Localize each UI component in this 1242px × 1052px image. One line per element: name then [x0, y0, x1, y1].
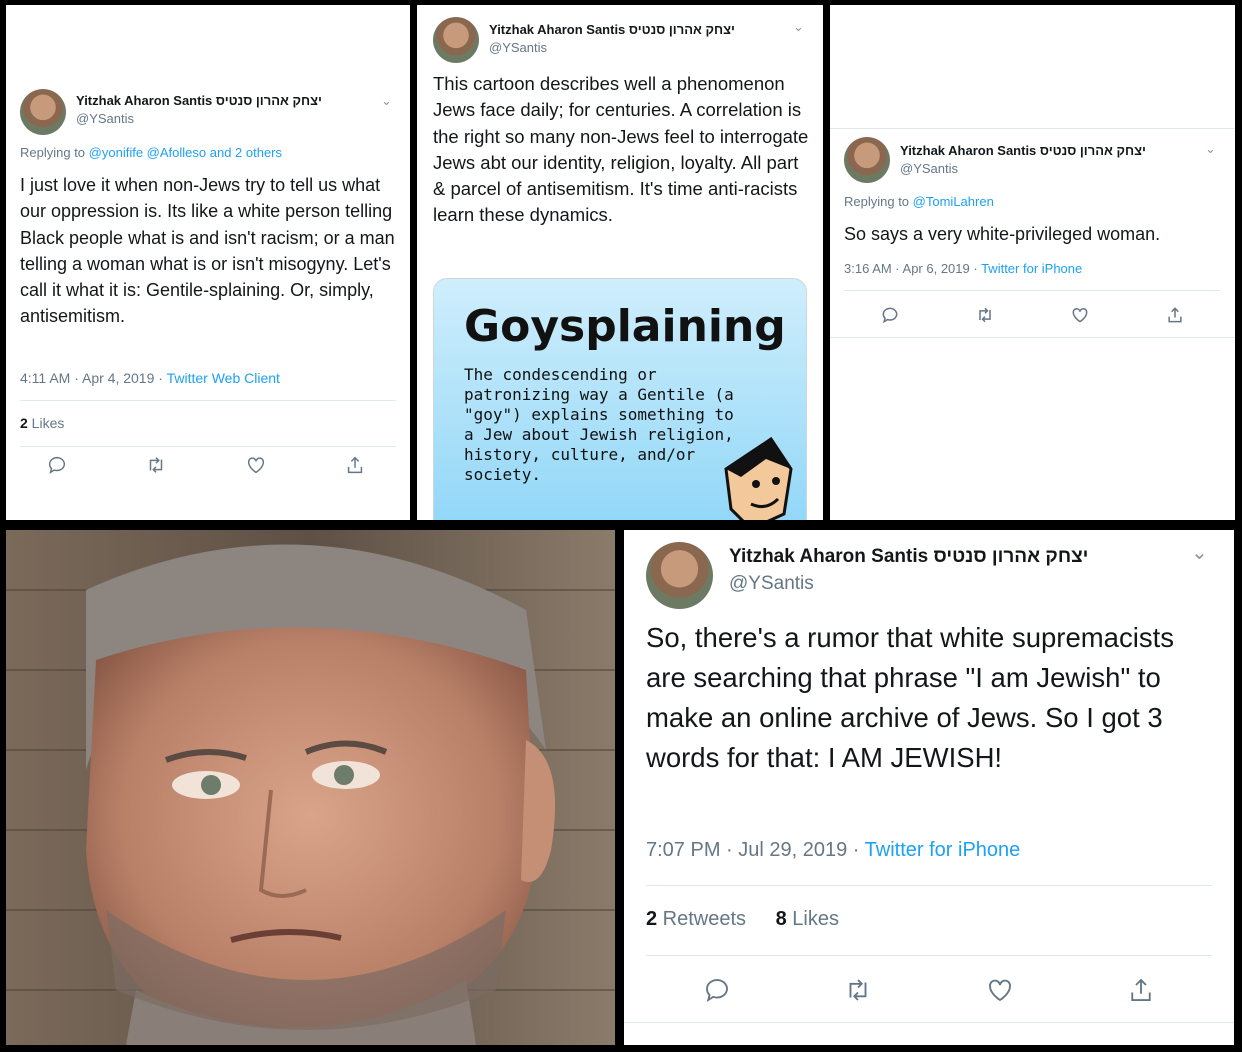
share-icon[interactable] — [1126, 973, 1156, 1007]
display-name[interactable]: Yitzhak Aharon Santis יצחק אהרון סנטיס — [729, 546, 1088, 568]
tweet-header: Yitzhak Aharon Santis יצחק אהרון סנטיס @… — [646, 542, 1088, 609]
divider — [830, 128, 1235, 129]
tweet-card-3: Yitzhak Aharon Santis יצחק אהרון סנטיס @… — [830, 5, 1235, 520]
tweet-header: Yitzhak Aharon Santis יצחק אהרון סנטיס @… — [433, 17, 735, 63]
tweet-text: This cartoon describes well a phenomenon… — [433, 73, 809, 226]
divider — [844, 290, 1220, 291]
source-link[interactable]: Twitter for iPhone — [865, 839, 1021, 861]
like-icon[interactable] — [245, 455, 267, 475]
action-bar — [702, 973, 1156, 1007]
tweet-card-1: Yitzhak Aharon Santis יצחק אהרון סנטיס @… — [6, 5, 410, 520]
display-name[interactable]: Yitzhak Aharon Santis יצחק אהרון סנטיס — [900, 143, 1146, 158]
replying-to: Replying to @yonifife @Afolleso and 2 ot… — [20, 145, 282, 160]
tweet-text: So, there's a rumor that white supremaci… — [646, 622, 1174, 773]
tweet-meta: 3:16 AM · Apr 6, 2019 · Twitter for iPho… — [844, 261, 1082, 276]
display-name[interactable]: Yitzhak Aharon Santis יצחק אהרון סנטיס — [489, 22, 735, 37]
portrait-illustration — [6, 530, 615, 1045]
avatar[interactable] — [844, 137, 890, 183]
tweet-card-2: Yitzhak Aharon Santis יצחק אהרון סנטיס @… — [417, 5, 823, 520]
divider — [20, 400, 396, 401]
replying-prefix: Replying to — [844, 194, 910, 209]
display-name[interactable]: Yitzhak Aharon Santis יצחק אהרון סנטיס — [76, 93, 322, 108]
tweet-text: So says a very white-privileged woman. — [844, 224, 1161, 244]
action-bar — [880, 303, 1185, 327]
retweet-icon[interactable] — [975, 303, 995, 327]
action-bar — [46, 455, 366, 475]
tweet-card-5: Yitzhak Aharon Santis יצחק אהרון סנטיס @… — [624, 530, 1234, 1045]
likes-count: 8 — [775, 908, 787, 930]
likes-label: Likes — [27, 415, 65, 431]
divider — [624, 1022, 1234, 1023]
handle[interactable]: @YSantis — [729, 573, 1088, 595]
retweet-icon[interactable] — [145, 455, 167, 475]
retweets-count: 2 — [646, 908, 658, 930]
timestamp: 4:11 AM · Apr 4, 2019 · — [20, 370, 167, 386]
portrait-photo — [6, 530, 615, 1045]
like-icon[interactable] — [985, 973, 1015, 1007]
retweets-stat[interactable]: 2 Retweets — [646, 908, 746, 930]
retweet-icon[interactable] — [843, 973, 873, 1007]
chevron-down-icon[interactable]: ⌄ — [1205, 141, 1216, 157]
cartoon-title: Goysplaining — [464, 301, 786, 352]
replying-prefix: Replying to — [20, 145, 86, 160]
replying-links[interactable]: @TomiLahren — [913, 194, 994, 209]
source-link[interactable]: Twitter Web Client — [167, 370, 280, 386]
avatar[interactable] — [433, 17, 479, 63]
share-icon[interactable] — [1165, 303, 1185, 327]
reply-icon[interactable] — [702, 973, 732, 1007]
chevron-down-icon[interactable]: ⌄ — [381, 93, 392, 109]
retweets-label: Retweets — [657, 908, 747, 930]
divider — [646, 885, 1212, 886]
replying-links[interactable]: @yonifife @Afolleso and 2 others — [89, 145, 282, 160]
source-link[interactable]: Twitter for iPhone — [981, 261, 1082, 276]
likes-stat[interactable]: 8 Likes — [776, 908, 839, 930]
timestamp: 3:16 AM · Apr 6, 2019 · — [844, 261, 982, 276]
handle[interactable]: @YSantis — [900, 161, 1146, 176]
divider — [20, 446, 396, 447]
stats-row: 2 Retweets 8 Likes — [646, 908, 839, 931]
likes-label: Likes — [786, 908, 839, 930]
cartoon-image[interactable]: Goysplaining The condescending or patron… — [433, 278, 807, 520]
reply-icon[interactable] — [880, 303, 900, 327]
cartoon-figure-illustration — [724, 436, 793, 520]
likes-count: 2 — [20, 415, 28, 431]
timestamp: 7:07 PM · Jul 29, 2019 · — [646, 839, 865, 861]
handle[interactable]: @YSantis — [76, 111, 322, 126]
tweet-text: I just love it when non-Jews try to tell… — [20, 175, 395, 327]
reply-icon[interactable] — [46, 455, 68, 475]
avatar[interactable] — [646, 542, 713, 609]
share-icon[interactable] — [344, 455, 366, 475]
tweet-meta: 7:07 PM · Jul 29, 2019 · Twitter for iPh… — [646, 839, 1020, 862]
tweet-meta: 4:11 AM · Apr 4, 2019 · Twitter Web Clie… — [20, 370, 280, 386]
handle[interactable]: @YSantis — [489, 40, 735, 55]
likes-stat[interactable]: 2 Likes — [20, 415, 64, 431]
cartoon-caption: The condescending or patronizing way a G… — [464, 365, 734, 484]
like-icon[interactable] — [1070, 303, 1090, 327]
tweet-header: Yitzhak Aharon Santis יצחק אהרון סנטיס @… — [20, 89, 322, 135]
avatar[interactable] — [20, 89, 66, 135]
tweet-header: Yitzhak Aharon Santis יצחק אהרון סנטיס @… — [844, 137, 1146, 183]
divider — [830, 337, 1235, 338]
chevron-down-icon[interactable]: ⌄ — [1191, 540, 1208, 565]
chevron-down-icon[interactable]: ⌄ — [793, 19, 804, 35]
replying-to: Replying to @TomiLahren — [844, 194, 994, 209]
divider — [646, 955, 1212, 956]
